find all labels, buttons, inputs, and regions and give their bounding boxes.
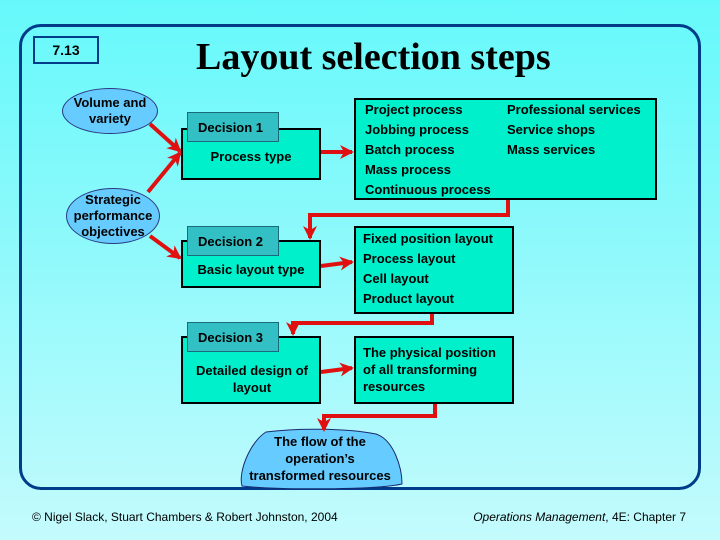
arrow-decision3-to-detailed bbox=[320, 362, 354, 377]
arrow-process-types-to-decision2 bbox=[303, 200, 510, 240]
arrow-layout-types-to-decision3 bbox=[286, 314, 434, 336]
arrow-detailed-to-result bbox=[317, 404, 437, 432]
flow-arrows bbox=[146, 122, 510, 432]
copyright-footer: © Nigel Slack, Stuart Chambers & Robert … bbox=[32, 510, 338, 524]
arrow-decision2-to-layout-types bbox=[320, 256, 354, 271]
arrow-strategic-to-decision1 bbox=[146, 151, 182, 194]
arrow-volume-to-decision1 bbox=[148, 122, 182, 153]
book-footer: Operations Management, 4E: Chapter 7 bbox=[473, 510, 686, 524]
arrow-strategic-to-decision2 bbox=[148, 234, 182, 260]
